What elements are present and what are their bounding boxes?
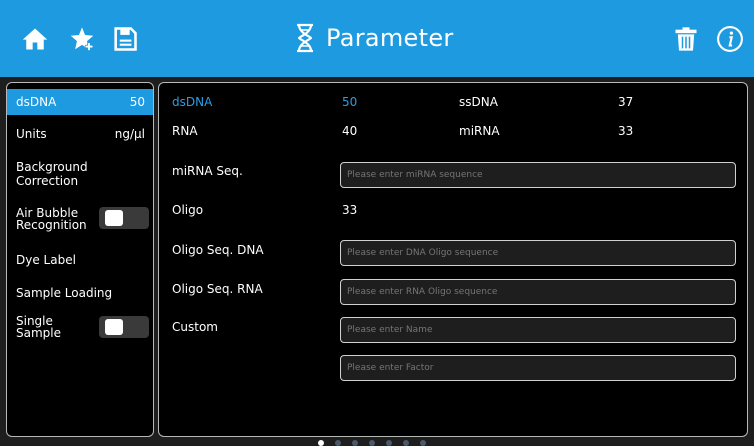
page-indicator (318, 440, 426, 446)
ssdna-label[interactable]: ssDNA (459, 95, 498, 109)
oligo-dna-input[interactable] (340, 240, 736, 266)
dsdna-label[interactable]: dsDNA (172, 95, 212, 109)
oligo-seq-dna-label: Oligo Seq. DNA (172, 243, 264, 257)
toggle-knob (105, 319, 123, 335)
home-icon[interactable] (20, 24, 50, 54)
page-title: Parameter (326, 24, 454, 52)
custom-label: Custom (172, 320, 218, 334)
page-title-group: Parameter (294, 20, 454, 56)
sidebar-item-label: Air Bubble Recognition (16, 206, 87, 232)
mirna-label[interactable]: miRNA (459, 124, 500, 138)
sidebar-item-dye-label[interactable]: Dye Label (7, 247, 153, 273)
mirna-seq-label: miRNA Seq. (172, 164, 243, 178)
sidebar-item-value: 50 (129, 95, 145, 109)
mirna-value[interactable]: 33 (618, 124, 633, 138)
page-dot[interactable] (386, 440, 392, 446)
sidebar-item-label: dsDNA (16, 95, 57, 109)
oligo-label[interactable]: Oligo (172, 203, 203, 217)
sidebar-item-label: Units (16, 127, 47, 141)
trash-icon[interactable] (671, 24, 701, 54)
sidebar-item-background-correction[interactable]: Background Correction (7, 155, 153, 195)
toggle-knob (105, 210, 123, 226)
sidebar-item-single-sample[interactable]: Single Sample (7, 313, 153, 345)
save-icon[interactable] (110, 24, 140, 54)
info-icon[interactable] (715, 24, 745, 54)
single-sample-toggle[interactable] (99, 316, 149, 338)
custom-name-input[interactable] (340, 317, 736, 343)
oligo-seq-rna-label: Oligo Seq. RNA (172, 282, 263, 296)
sidebar-item-sample-loading[interactable]: Sample Loading (7, 281, 153, 307)
dna-icon (297, 23, 313, 53)
page-dot[interactable] (369, 440, 375, 446)
dsdna-value[interactable]: 50 (342, 95, 357, 109)
star-icon[interactable] (67, 24, 97, 54)
sidebar-item-air-bubble[interactable]: Air Bubble Recognition (7, 201, 153, 241)
rna-label[interactable]: RNA (172, 124, 198, 138)
page-dot[interactable] (335, 440, 341, 446)
sidebar-item-label: Single Sample (16, 314, 61, 340)
header-bar: Parameter (0, 0, 754, 77)
page-dot[interactable] (318, 440, 324, 446)
page-dot[interactable] (352, 440, 358, 446)
mirna-seq-input[interactable] (340, 162, 736, 188)
oligo-rna-input[interactable] (340, 279, 736, 305)
parameter-panel: dsDNA 50 ssDNA 37 RNA 40 miRNA 33 miRNA … (158, 82, 748, 437)
settings-sidebar: dsDNA 50 Units ng/µl Background Correcti… (6, 82, 154, 437)
rna-value[interactable]: 40 (342, 124, 357, 138)
sidebar-item-dsdna[interactable]: dsDNA 50 (7, 89, 153, 115)
sidebar-item-units[interactable]: Units ng/µl (7, 119, 153, 147)
oligo-value[interactable]: 33 (342, 203, 357, 217)
sidebar-item-label: Background Correction (16, 160, 88, 188)
custom-factor-input[interactable] (340, 355, 736, 381)
sidebar-item-label: Dye Label (16, 253, 76, 267)
sidebar-item-label: Sample Loading (16, 286, 113, 300)
page-dot[interactable] (403, 440, 409, 446)
air-bubble-toggle[interactable] (99, 207, 149, 229)
page-dot[interactable] (420, 440, 426, 446)
ssdna-value[interactable]: 37 (618, 95, 633, 109)
sidebar-item-value: ng/µl (114, 127, 145, 141)
